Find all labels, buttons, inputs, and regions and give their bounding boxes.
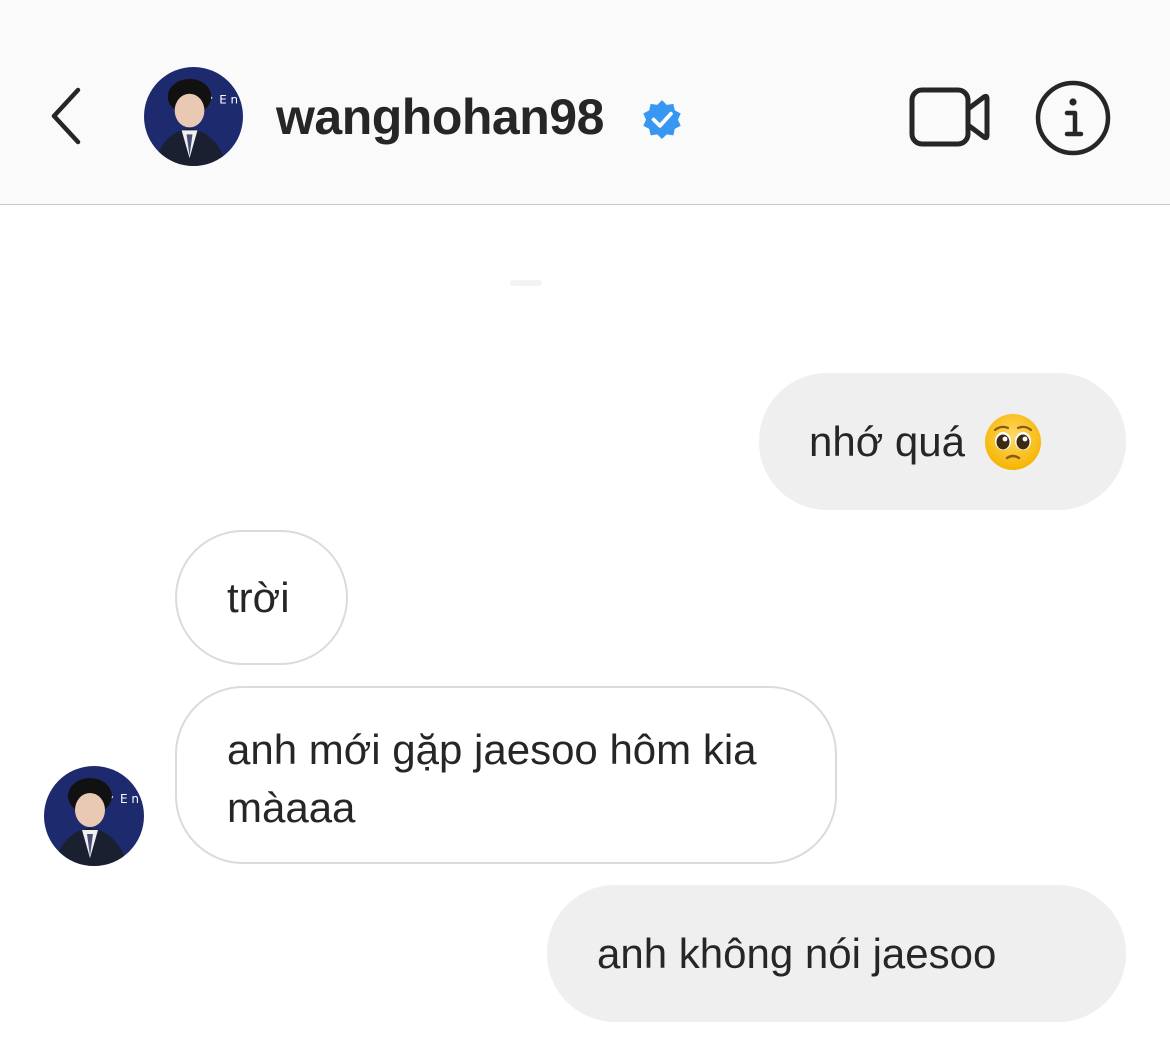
chat-header: E n wanghohan98 [0,0,1170,205]
svg-text:E n: E n [120,792,139,806]
verified-badge-icon [643,100,681,139]
message-bubble-sent[interactable]: anh không nói jaesoo [547,885,1126,1022]
message-text: anh không nói jaesoo [597,929,997,977]
info-icon [1035,80,1111,156]
pleading-face-emoji-icon [985,413,1042,470]
sender-avatar[interactable]: E n [44,766,144,866]
faded-hint [508,276,544,290]
back-button[interactable] [38,78,98,154]
video-call-button[interactable] [906,82,992,152]
message-bubble-received[interactable]: trời [175,530,348,665]
message-text: nhớ quá [809,417,966,465]
message-text: trời [227,573,290,621]
video-camera-icon [909,87,990,147]
message-text: anh mới gặp jaesoo hôm kia màaaa [227,726,757,831]
profile-avatar[interactable]: E n [144,67,243,166]
message-bubble-received[interactable]: anh mới gặp jaesoo hôm kia màaaa [175,686,837,864]
info-button[interactable] [1034,79,1112,157]
svg-text:E n: E n [219,93,238,107]
chevron-left-icon [51,87,81,145]
message-bubble-sent[interactable]: nhớ quá [759,373,1126,510]
username-title[interactable]: wanghohan98 [276,86,604,148]
